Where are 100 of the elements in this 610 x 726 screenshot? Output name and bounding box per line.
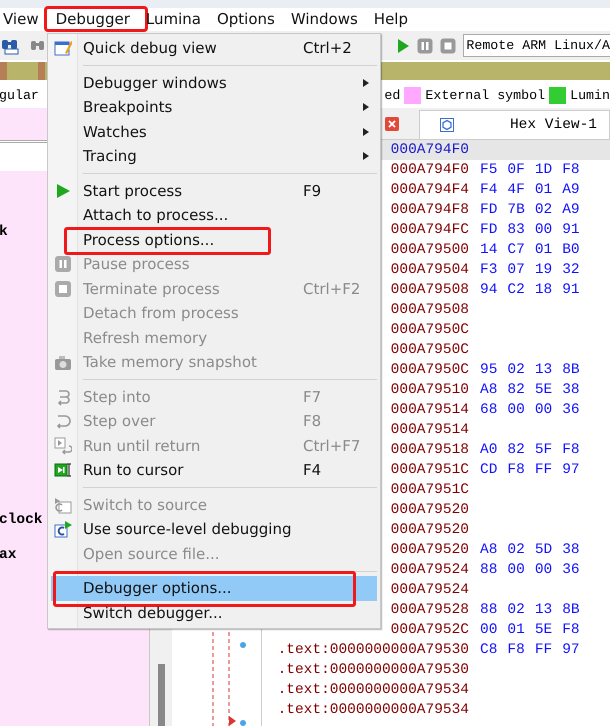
byte-value: 00 bbox=[480, 622, 498, 638]
byte-value: 18 bbox=[534, 282, 552, 298]
address-text: 000A7950C bbox=[390, 322, 469, 338]
address-text: 000A7951C bbox=[390, 462, 469, 478]
address-text: 000A79524 bbox=[390, 562, 469, 578]
byte-value: 4F bbox=[507, 182, 525, 198]
byte-value: B0 bbox=[562, 242, 580, 258]
byte-value: A9 bbox=[562, 202, 580, 218]
byte-value: 02 bbox=[507, 362, 525, 378]
menu-item[interactable]: Quick debug view Ctrl+2 bbox=[51, 36, 377, 60]
byte-value: F8 bbox=[507, 462, 525, 478]
byte-value: 01 bbox=[534, 182, 552, 198]
byte-value: 19 bbox=[534, 262, 552, 278]
address-text: 000A79514 bbox=[390, 402, 469, 418]
menu-item[interactable]: Debugger windows bbox=[51, 70, 377, 95]
menu-bar-item[interactable]: View bbox=[0, 8, 48, 31]
byte-value: C2 bbox=[507, 282, 525, 298]
byte-value: F4 bbox=[480, 182, 498, 198]
byte-value: A8 bbox=[480, 542, 498, 558]
byte-value: 83 bbox=[507, 222, 525, 238]
address-text: .text:0000000000A79534 bbox=[278, 682, 469, 698]
debugger-dropdown[interactable]: Remote ARM Linux/A bbox=[463, 34, 610, 57]
byte-value: 00 bbox=[507, 402, 525, 418]
byte-value: 82 bbox=[507, 382, 525, 398]
byte-value: 01 bbox=[507, 622, 525, 638]
byte-value: 38 bbox=[562, 542, 580, 558]
address-text: .text:0000000000A79534 bbox=[278, 702, 469, 718]
legend-label: gular bbox=[0, 88, 39, 103]
byte-value: 36 bbox=[562, 562, 580, 578]
byte-value: 94 bbox=[480, 282, 498, 298]
byte-value: 97 bbox=[562, 642, 580, 658]
menu-item[interactable]: Start process F9 bbox=[51, 178, 377, 203]
pause-icon bbox=[417, 38, 434, 54]
byte-value: 00 bbox=[534, 562, 552, 578]
address-text: 000A7950C bbox=[390, 342, 469, 358]
byte-value: 7B bbox=[507, 202, 525, 218]
address-text: 000A794F8 bbox=[390, 202, 469, 218]
menu-item[interactable]: Breakpoints bbox=[51, 95, 377, 120]
address-text: 000A79508 bbox=[390, 302, 469, 318]
byte-value: 88 bbox=[480, 602, 498, 618]
byte-value: 13 bbox=[534, 602, 552, 618]
byte-value: 02 bbox=[507, 602, 525, 618]
menu-item[interactable]: Debugger options... bbox=[51, 576, 377, 600]
byte-value: 14 bbox=[480, 242, 498, 258]
byte-value: FF bbox=[534, 462, 552, 478]
byte-value: 02 bbox=[534, 202, 552, 218]
legend-label: External symbol bbox=[425, 88, 546, 103]
scrollbar-thumb[interactable] bbox=[158, 664, 164, 726]
byte-value: 8B bbox=[562, 362, 580, 378]
byte-value: CD bbox=[480, 462, 498, 478]
switch-source-icon bbox=[54, 496, 72, 514]
byte-value: 91 bbox=[562, 282, 580, 298]
menu-item[interactable]: Switch debugger... bbox=[51, 600, 377, 625]
address-text: 000A79520 bbox=[390, 522, 469, 538]
menu-bar-item[interactable]: Windows bbox=[282, 8, 366, 31]
byte-value: 5E bbox=[534, 382, 552, 398]
menu-bar-item[interactable]: Options bbox=[208, 8, 283, 31]
byte-value: F8 bbox=[562, 162, 580, 178]
menu-item[interactable]: Watches bbox=[51, 120, 377, 144]
byte-value: 5E bbox=[534, 622, 552, 638]
byte-value: C8 bbox=[480, 642, 498, 658]
code-text: ax bbox=[0, 546, 16, 564]
byte-value: 36 bbox=[562, 402, 580, 418]
menu-item[interactable]: Run to cursor F4 bbox=[51, 458, 377, 482]
menu-item[interactable]: Attach to process... bbox=[51, 203, 377, 228]
address-text: 000A79514 bbox=[390, 422, 469, 438]
code-text: clock bbox=[0, 511, 43, 529]
byte-value: 02 bbox=[507, 542, 525, 558]
run-until-return-icon bbox=[54, 436, 72, 455]
byte-value: F5 bbox=[480, 162, 498, 178]
address-text: .text:0000000000A79530 bbox=[278, 662, 469, 678]
byte-value: F8 bbox=[562, 442, 580, 458]
menu-item[interactable]: Tracing bbox=[51, 144, 377, 168]
byte-value: 38 bbox=[562, 382, 580, 398]
address-text: 000A79520 bbox=[390, 542, 469, 558]
byte-value: 95 bbox=[480, 362, 498, 378]
byte-value: 68 bbox=[480, 402, 498, 418]
address-text: 000A79524 bbox=[390, 582, 469, 598]
menu-item[interactable]: Use source-level debugging bbox=[51, 517, 377, 542]
menu-bar-item[interactable]: Help bbox=[366, 8, 416, 31]
byte-value: 01 bbox=[534, 242, 552, 258]
address-text: 000A794FC bbox=[390, 222, 469, 238]
byte-value: 00 bbox=[534, 402, 552, 418]
run-to-cursor-icon bbox=[54, 461, 72, 480]
address-text: 000A79518 bbox=[390, 442, 469, 458]
byte-value: 00 bbox=[507, 562, 525, 578]
address-text: 000A7951C bbox=[390, 482, 469, 498]
byte-value: 00 bbox=[534, 222, 552, 238]
legend-label: Lumin bbox=[570, 88, 610, 103]
tab[interactable]: Hex View-1 bbox=[418, 110, 610, 139]
stop-icon bbox=[440, 38, 456, 54]
menu-bar-item[interactable]: Debugger bbox=[48, 8, 138, 31]
byte-value: A8 bbox=[480, 382, 498, 398]
byte-value: F8 bbox=[507, 642, 525, 658]
address-text: 000A79508 bbox=[390, 282, 469, 298]
hexagon-icon bbox=[440, 118, 454, 132]
address-text: .text:0000000000A79530 bbox=[278, 642, 469, 658]
byte-value: A0 bbox=[480, 442, 498, 458]
address-text: 000A794F4 bbox=[390, 182, 469, 198]
byte-value: F8 bbox=[562, 622, 580, 638]
